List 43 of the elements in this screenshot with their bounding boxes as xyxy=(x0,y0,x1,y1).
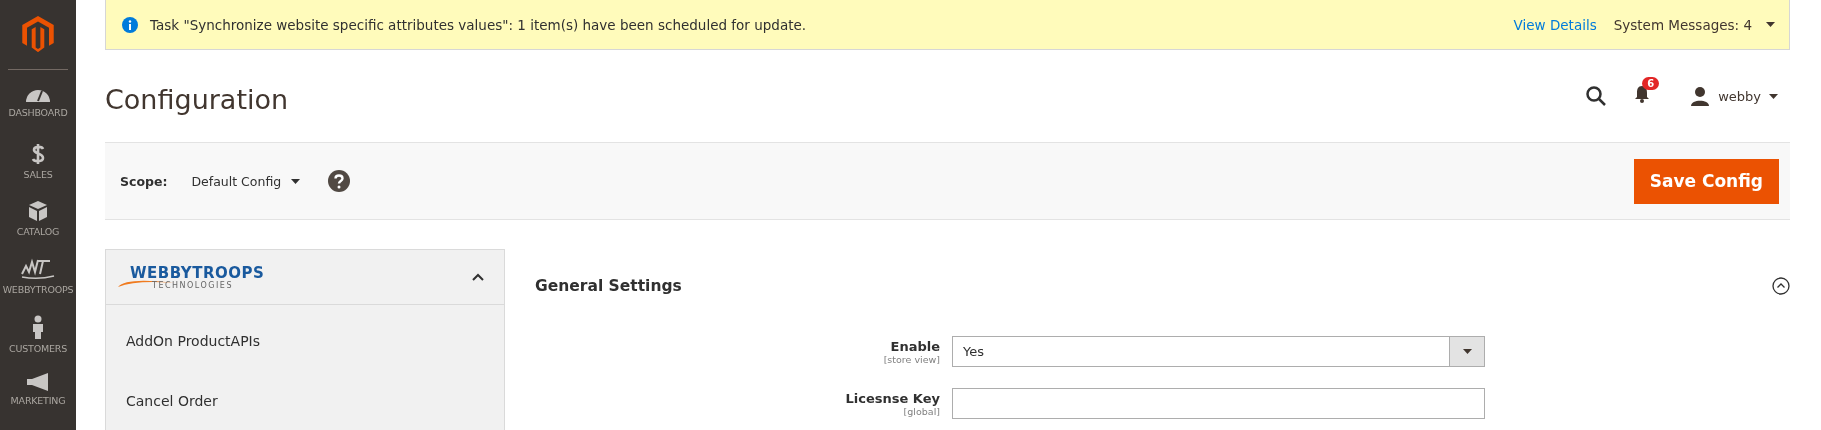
nav-item[interactable]: CUSTOMERS xyxy=(9,315,67,373)
caret-icon xyxy=(1766,22,1775,27)
wave-logo-icon xyxy=(20,257,56,280)
system-messages-toggle[interactable]: System Messages: 4 xyxy=(1613,16,1775,33)
message-text: Task "Synchronize website specific attributes values": 1 item(s) have been scheduled for update. xyxy=(150,16,808,33)
search-icon[interactable] xyxy=(1586,86,1607,106)
save-config-button[interactable]: Save Config xyxy=(1633,158,1779,204)
collapse-icon[interactable] xyxy=(1772,277,1790,295)
nav-item[interactable]: SALES xyxy=(23,142,53,201)
page-title: Configuration xyxy=(105,83,289,115)
user-icon xyxy=(1690,86,1711,106)
caret-icon xyxy=(1769,93,1778,99)
magento-logo[interactable] xyxy=(21,16,55,53)
caret-icon xyxy=(291,178,301,184)
input-field[interactable] xyxy=(952,388,1485,419)
chevron-icon xyxy=(472,273,484,281)
field-label: Enable xyxy=(890,338,940,354)
info-icon xyxy=(122,16,138,33)
user-menu[interactable]: webby xyxy=(1690,86,1778,106)
box-icon xyxy=(28,200,48,223)
scope-note: [global] xyxy=(903,405,940,417)
config-tab-link[interactable]: AddOn ProductAPIs xyxy=(106,311,504,371)
nav-item[interactable]: WEBBYTROOPS xyxy=(2,257,74,315)
megaphone-icon xyxy=(26,372,50,391)
nav-item[interactable]: MARKETING xyxy=(10,372,66,430)
scope-switcher[interactable]: Default Config xyxy=(191,173,301,189)
panel-header[interactable]: WEBBYTROOPS TECHNOLOGIES xyxy=(106,250,504,305)
notification-count: 6 xyxy=(1642,77,1660,90)
bell-icon[interactable] xyxy=(1634,85,1651,103)
select-field[interactable]: Yes xyxy=(952,336,1485,367)
dollar-icon xyxy=(31,142,45,165)
scope-note: [store view] xyxy=(883,353,940,365)
person-icon xyxy=(31,315,45,339)
help-icon[interactable] xyxy=(328,170,351,192)
section-title[interactable]: General Settings xyxy=(535,277,682,295)
config-tab-link[interactable]: Cancel Order xyxy=(106,371,504,430)
nav-item[interactable]: DASHBOARD xyxy=(8,85,68,143)
nav-item[interactable]: CATALOG xyxy=(16,200,60,258)
webbytroops-logo: WEBBYTROOPS TECHNOLOGIES xyxy=(116,264,265,290)
field-label: Licesnse Key xyxy=(845,390,940,406)
scope-label: Scope: xyxy=(120,173,168,189)
view-details-link[interactable]: View Details xyxy=(1513,16,1597,33)
caret-icon xyxy=(1462,349,1472,354)
